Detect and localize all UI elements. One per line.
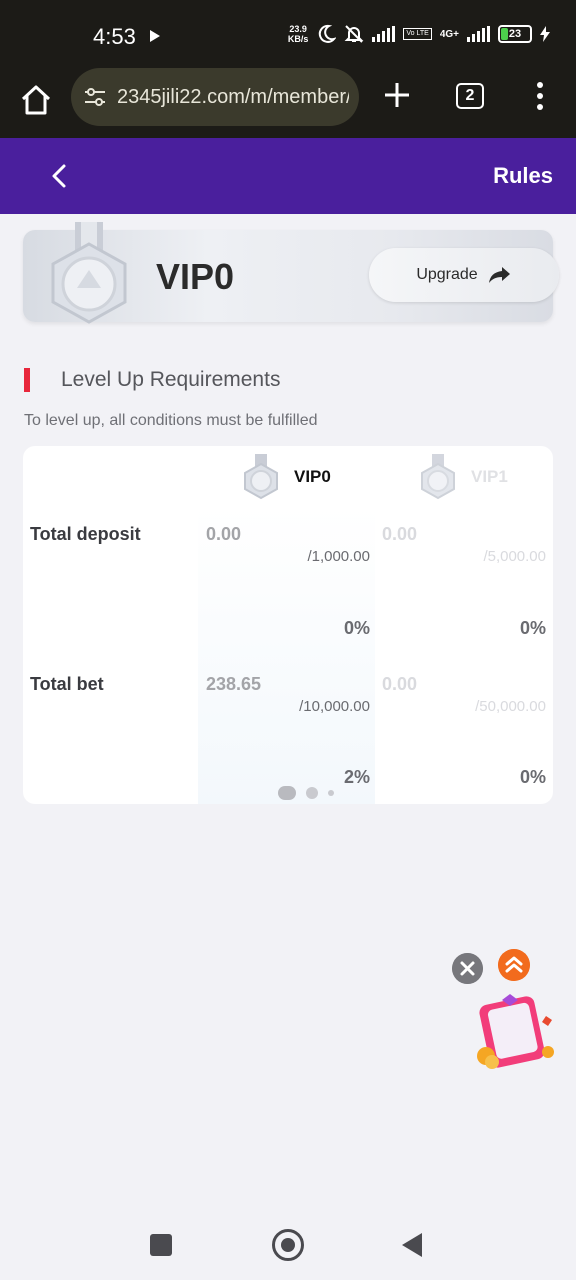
vip-level-card: VIP0 Upgrade: [23, 222, 559, 324]
bell-off-icon: [344, 25, 364, 43]
charging-icon: [540, 26, 550, 42]
home-button[interactable]: [272, 1229, 304, 1261]
section-subtitle: To level up, all conditions must be fulf…: [24, 412, 318, 429]
upgrade-label: Upgrade: [416, 266, 478, 283]
pagination-dot[interactable]: [328, 790, 334, 796]
volte-badge: Vo LTE: [403, 28, 432, 40]
vip1-deposit-target: /5,000.00: [483, 548, 546, 565]
vip1-bet-current: 0.00: [382, 674, 418, 694]
signal-icon: [372, 26, 396, 42]
vip-level-title: VIP0: [156, 256, 235, 297]
column-header-label: VIP1: [471, 467, 508, 486]
network-type: 4G+: [439, 28, 459, 40]
vip1-deposit-percent: 0%: [519, 618, 546, 638]
carousel-pagination[interactable]: [278, 786, 334, 800]
vip0-bet-target: /10,000.00: [299, 698, 370, 715]
moon-icon: [319, 24, 337, 43]
home-icon[interactable]: [18, 82, 54, 118]
vip1-bet-target: /50,000.00: [475, 698, 546, 715]
gift-box-icon[interactable]: [470, 990, 558, 1074]
back-chevron-icon[interactable]: [46, 162, 74, 190]
column-header-vip1: VIP1: [417, 454, 508, 500]
vip0-bet-percent: 2%: [343, 767, 370, 787]
status-time: 4:53: [93, 24, 136, 49]
signal-icon-2: [467, 26, 490, 42]
tab-switcher-button[interactable]: 2: [456, 83, 484, 109]
pagination-dot[interactable]: [306, 787, 318, 799]
section-accent-bar: [24, 368, 30, 392]
upgrade-button[interactable]: Upgrade: [369, 248, 559, 302]
column-header-label: VIP0: [294, 467, 331, 486]
browser-toolbar: 2345jili22.com/m/member/ 2: [0, 66, 576, 138]
address-bar[interactable]: 2345jili22.com/m/member/: [71, 68, 359, 126]
media-play-icon: [150, 30, 160, 42]
vip1-deposit-current: 0.00: [382, 524, 418, 544]
share-arrow-icon: [488, 267, 510, 283]
network-speed-value: 23.9: [289, 24, 307, 34]
vip0-bet-current: 238.65: [206, 674, 262, 694]
more-menu-icon[interactable]: [532, 82, 548, 110]
battery-level: 23: [508, 28, 522, 40]
row-label-total-bet: Total bet: [30, 674, 104, 694]
site-settings-icon[interactable]: [83, 86, 107, 108]
pagination-dot-active[interactable]: [278, 786, 296, 800]
column-header-vip0: VIP0: [240, 454, 331, 500]
network-speed: 23.9 KB/s: [288, 24, 309, 44]
requirements-table[interactable]: VIP0 VIP1 Total deposit 0.00 /1,000.00 0…: [23, 446, 553, 804]
close-icon[interactable]: [452, 953, 483, 984]
battery-icon: 23: [498, 25, 532, 43]
double-chevron-up-icon[interactable]: [498, 949, 530, 981]
vip-medal-icon: [51, 222, 127, 324]
vip-medal-icon: [244, 454, 278, 500]
back-button[interactable]: [402, 1233, 422, 1257]
vip0-deposit-percent: 0%: [343, 618, 370, 638]
row-label-total-deposit: Total deposit: [30, 524, 141, 544]
rules-link[interactable]: Rules: [493, 163, 553, 189]
status-bar: 4:53 23.9 KB/s Vo LTE 4G+ 23: [0, 0, 576, 66]
url-text: 2345jili22.com/m/member/: [117, 86, 349, 108]
vip0-deposit-current: 0.00: [206, 524, 242, 544]
vip0-deposit-target: /1,000.00: [307, 548, 370, 565]
vip1-bet-percent: 0%: [519, 767, 546, 787]
page-header: Rules: [0, 138, 576, 214]
section-title: Level Up Requirements: [61, 368, 281, 391]
recent-apps-button[interactable]: [150, 1234, 172, 1256]
network-speed-unit: KB/s: [287, 34, 309, 44]
new-tab-icon[interactable]: [382, 80, 412, 110]
status-indicators: 23.9 KB/s Vo LTE 4G+ 23: [288, 24, 550, 44]
vip-medal-icon: [421, 454, 455, 500]
